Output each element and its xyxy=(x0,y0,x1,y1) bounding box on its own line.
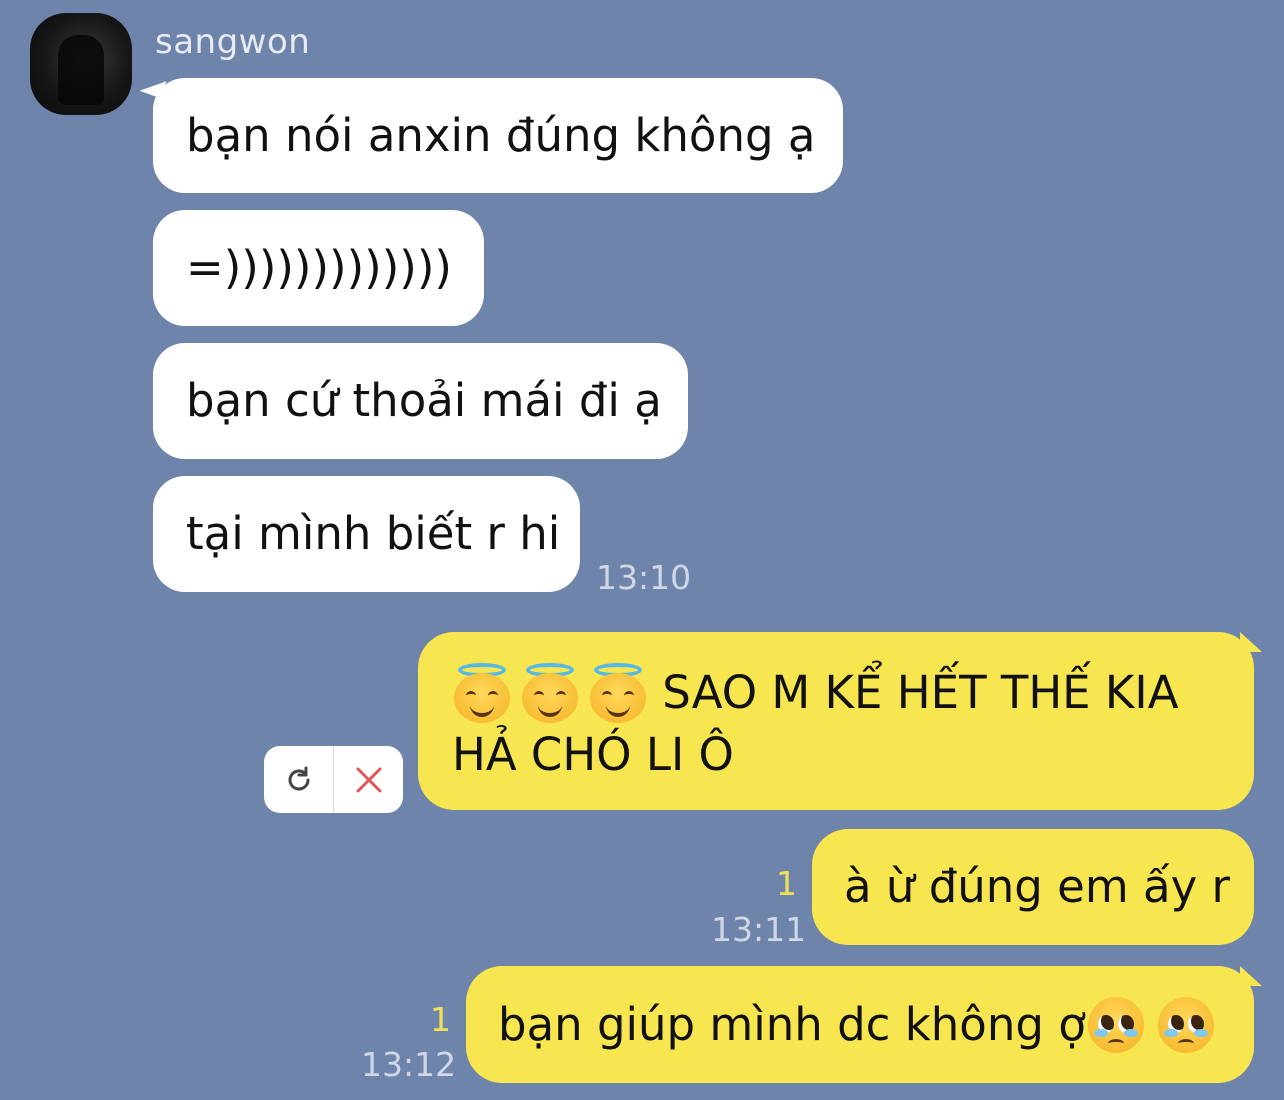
incoming-message[interactable]: bạn nói anxin đúng không ạ xyxy=(153,78,843,193)
message-text: bạn nói anxin đúng không ạ xyxy=(186,108,816,162)
message-text: SAO M KỂ HẾT THẾ KIA xyxy=(648,666,1179,719)
unread-count: 1 xyxy=(430,1000,451,1039)
sender-name[interactable]: sangwon xyxy=(155,22,310,62)
incoming-message[interactable]: =))))))))))))) xyxy=(153,210,484,326)
incoming-message[interactable]: bạn cứ thoải mái đi ạ xyxy=(153,343,688,459)
smiling-face-with-halo-icon xyxy=(520,663,580,723)
avatar-figure xyxy=(58,35,104,105)
pleading-face-icon xyxy=(1086,995,1146,1055)
smiling-face-with-halo-icon xyxy=(452,663,512,723)
outgoing-message[interactable]: bạn giúp mình dc không ợ xyxy=(466,966,1254,1083)
pleading-face-icon xyxy=(1156,995,1216,1055)
message-text: bạn giúp mình dc không ợ xyxy=(498,997,1086,1051)
message-timestamp: 13:11 xyxy=(711,910,807,949)
outgoing-message[interactable]: à ừ đúng em ấy r xyxy=(812,829,1254,945)
message-text: tại mình biết r hi xyxy=(186,507,561,560)
close-icon xyxy=(356,767,381,792)
message-text: bạn cứ thoải mái đi ạ xyxy=(186,374,662,427)
message-text: HẢ CHÓ LI Ô xyxy=(452,728,734,781)
incoming-message[interactable]: tại mình biết r hi xyxy=(153,476,580,592)
message-timestamp: 13:12 xyxy=(361,1045,457,1084)
message-text: à ừ đúng em ấy r xyxy=(844,860,1231,913)
delete-failed-button[interactable] xyxy=(334,746,403,813)
message-text: =))))))))))))) xyxy=(186,241,452,294)
sender-avatar[interactable] xyxy=(30,13,132,115)
failed-message-actions xyxy=(264,746,403,813)
message-timestamp: 13:10 xyxy=(596,558,692,597)
outgoing-message[interactable]: SAO M KỂ HẾT THẾ KIA HẢ CHÓ LI Ô xyxy=(418,632,1254,810)
retry-icon xyxy=(288,766,309,790)
unread-count: 1 xyxy=(776,864,797,903)
resend-button[interactable] xyxy=(264,746,333,813)
smiling-face-with-halo-icon xyxy=(588,663,648,723)
